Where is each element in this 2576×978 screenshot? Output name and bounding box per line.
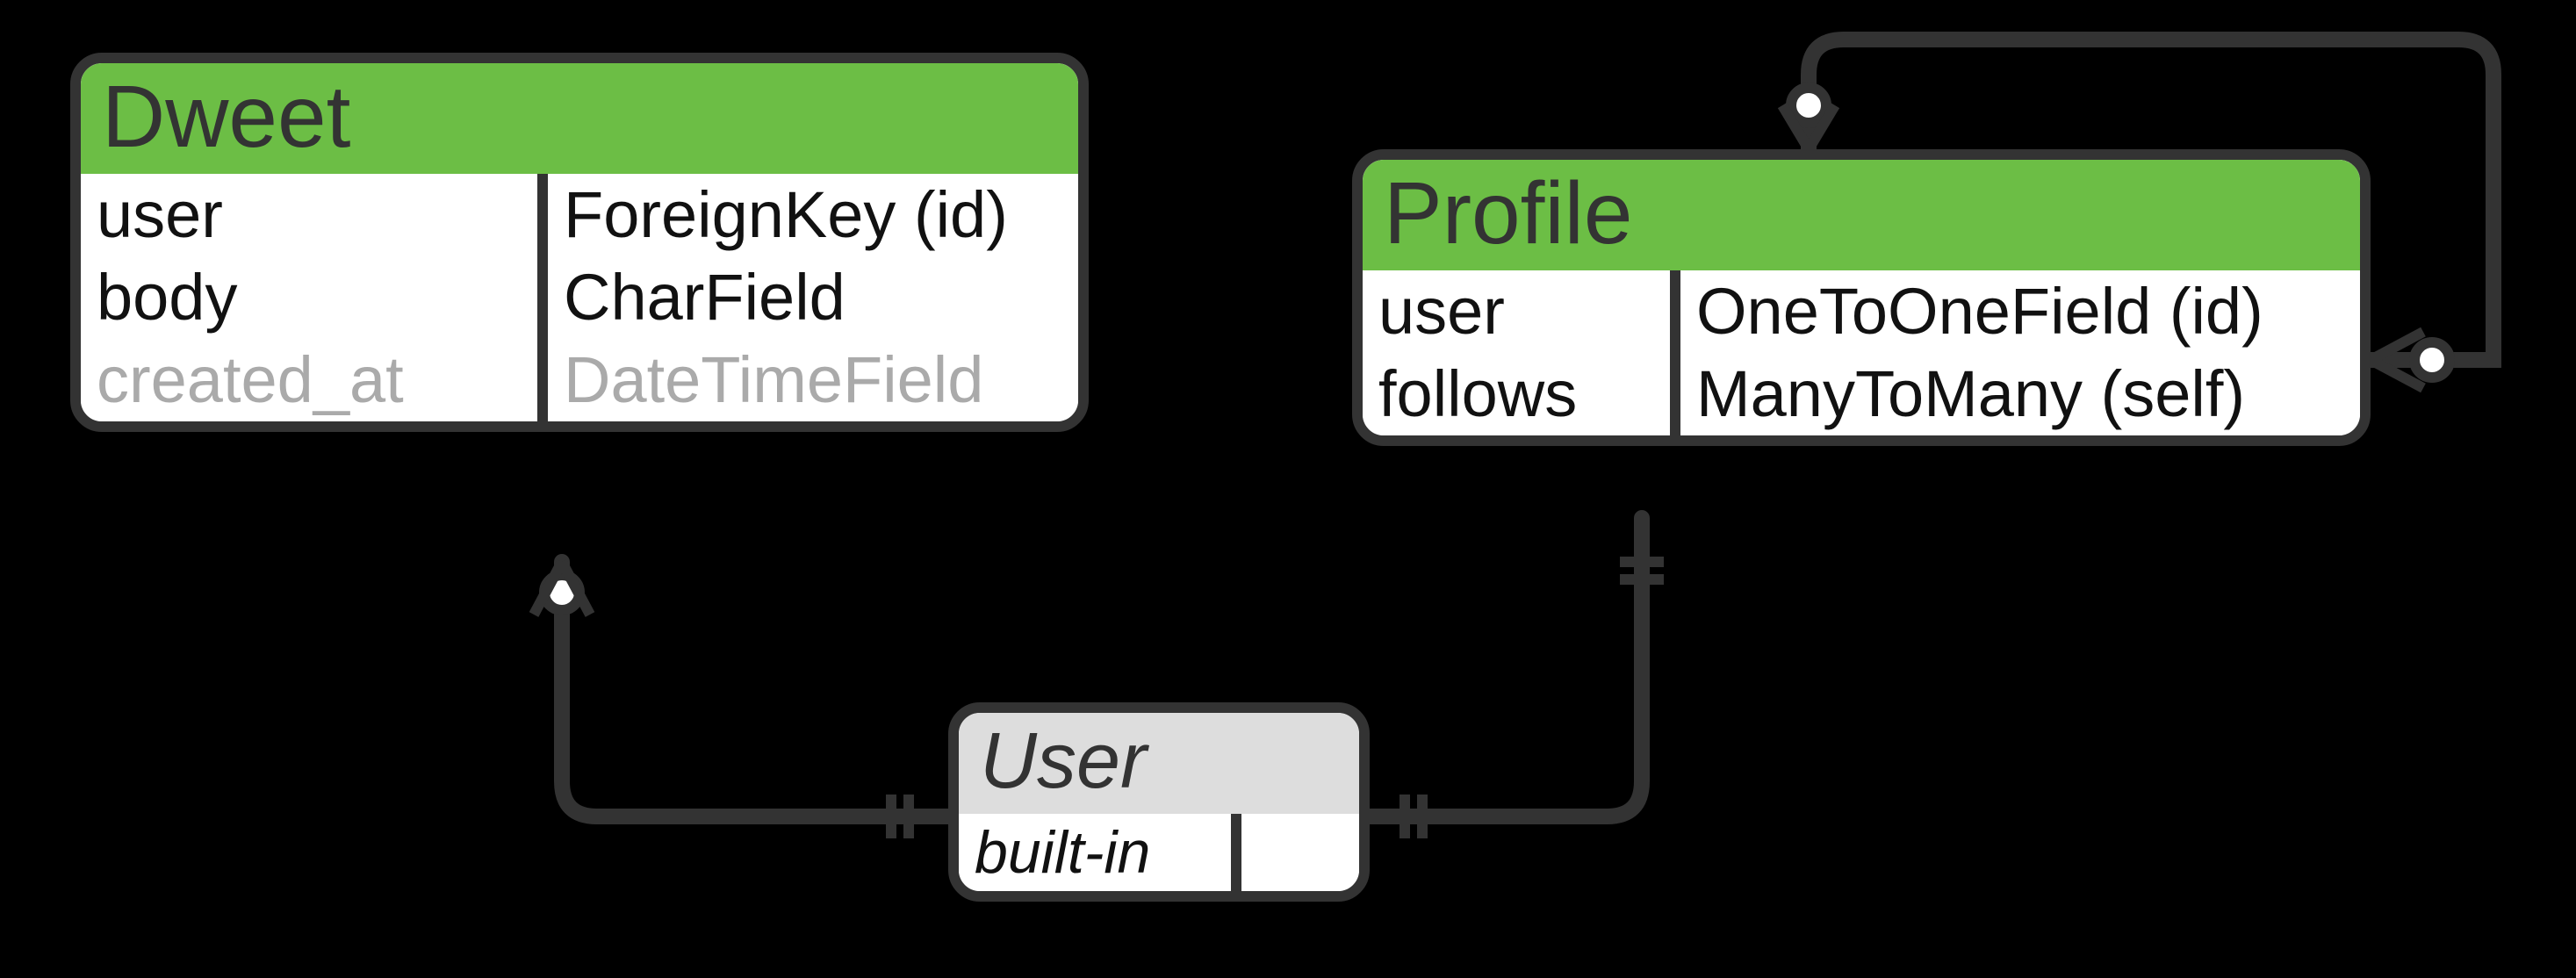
relation-profile-user <box>1370 518 1664 838</box>
er-diagram: Dweet user body created_at ForeignKey (i… <box>0 0 2576 978</box>
field-type: OneToOneField (id) <box>1680 270 2360 353</box>
entity-user: User built-in <box>948 702 1370 902</box>
field-name: follows <box>1363 353 1670 435</box>
entity-dweet-body: user body created_at ForeignKey (id) Cha… <box>81 174 1078 421</box>
field-type: ManyToMany (self) <box>1680 353 2360 435</box>
field-name: created_at <box>81 339 537 421</box>
field-name: body <box>81 256 537 339</box>
relation-dweet-user <box>534 562 948 838</box>
entity-profile-body: user follows OneToOneField (id) ManyToMa… <box>1363 270 2360 435</box>
field-name: built-in <box>959 814 1231 891</box>
entity-dweet-title: Dweet <box>81 63 1078 174</box>
entity-profile: Profile user follows OneToOneField (id) … <box>1352 149 2371 446</box>
field-type: CharField <box>548 256 1078 339</box>
entity-user-title: User <box>959 713 1359 814</box>
entity-user-body: built-in <box>959 814 1359 891</box>
field-name: user <box>1363 270 1670 353</box>
field-type: DateTimeField <box>548 339 1078 421</box>
entity-profile-title: Profile <box>1363 160 2360 270</box>
field-type <box>1241 814 1359 891</box>
field-type: ForeignKey (id) <box>548 174 1078 256</box>
field-name: user <box>81 174 537 256</box>
entity-dweet: Dweet user body created_at ForeignKey (i… <box>70 53 1089 432</box>
